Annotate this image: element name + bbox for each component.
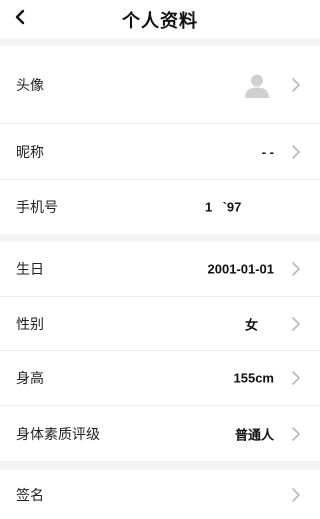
user-placeholder-icon <box>245 74 269 98</box>
fitness-rating-row[interactable]: 身体素质评级 普通人 <box>0 406 320 461</box>
body-info-section: 生日 2001-01-01 性别 女 身高 155cm 身体素质评级 普通人 <box>0 242 320 461</box>
nickname-row[interactable]: 昵称 - - <box>0 124 320 180</box>
avatar-row[interactable]: 头像 <box>0 46 320 124</box>
gender-label: 性别 <box>16 315 44 332</box>
account-section: 头像 昵称 - - 手机号 1 `97 <box>0 46 320 234</box>
birthday-row[interactable]: 生日 2001-01-01 <box>0 242 320 297</box>
signature-label: 签名 <box>16 486 44 503</box>
phone-row: 手机号 1 `97 <box>0 180 320 234</box>
birthday-value: 2001-01-01 <box>207 261 275 277</box>
height-label: 身高 <box>16 370 44 386</box>
chevron-right-icon <box>290 316 302 332</box>
fitness-rating-label: 身体素质评级 <box>16 425 100 442</box>
phone-value: 1 `97 <box>204 199 244 215</box>
gender-value: 女 <box>244 317 258 332</box>
signature-section: 签名 <box>0 470 320 519</box>
phone-label: 手机号 <box>16 199 58 215</box>
nickname-label: 昵称 <box>16 143 44 160</box>
top-bar: 个人资料 <box>0 0 320 38</box>
birthday-label: 生日 <box>16 261 44 277</box>
gender-row[interactable]: 性别 女 <box>0 297 320 351</box>
avatar-label: 头像 <box>16 76 44 93</box>
page-title: 个人资料 <box>122 11 198 31</box>
chevron-right-icon <box>290 487 302 503</box>
height-row[interactable]: 身高 155cm <box>0 351 320 406</box>
height-value: 155cm <box>233 370 274 386</box>
fitness-rating-value: 普通人 <box>234 427 274 442</box>
chevron-right-icon <box>290 426 302 442</box>
signature-row[interactable]: 签名 <box>0 470 320 519</box>
chevron-right-icon <box>290 261 302 277</box>
chevron-right-icon <box>290 77 302 93</box>
chevron-right-icon <box>290 370 302 386</box>
nickname-value: - - <box>261 144 274 159</box>
chevron-right-icon <box>290 144 302 160</box>
